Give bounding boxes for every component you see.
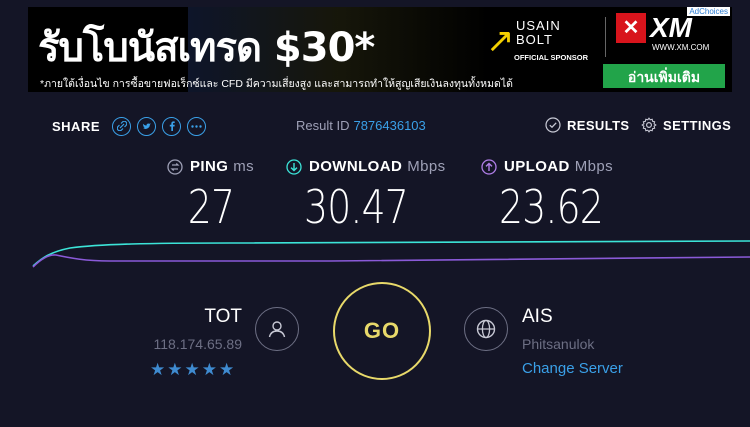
ad-sponsor-name-line1: USAIN [516, 18, 561, 33]
link-icon[interactable] [112, 116, 132, 136]
ad-sponsor-logo: ↗ USAIN BOLT OFFICIAL SPONSOR [484, 17, 594, 67]
ping-metric: PING ms 27 [167, 158, 255, 234]
ad-sponsor-caption: OFFICIAL SPONSOR [514, 53, 589, 62]
settings-label: SETTINGS [663, 117, 732, 133]
facebook-icon[interactable] [162, 116, 182, 136]
download-arrow-icon [286, 158, 302, 175]
more-icon[interactable] [187, 116, 207, 136]
globe-icon [464, 307, 508, 351]
ad-disclaimer: *ภายใต้เงื่อนไข การซื้อขายฟอเร็กซ์และ CF… [40, 78, 513, 90]
ad-cta-button[interactable]: อ่านเพิ่มเติม [603, 64, 725, 88]
upload-value: 23.62 [499, 180, 604, 234]
ad-brand-url: WWW.XM.COM [652, 43, 710, 52]
download-graph-line [32, 240, 750, 267]
ad-brand-word: XM [650, 12, 692, 43]
go-button[interactable]: GO [333, 282, 431, 380]
ping-label: PING [190, 158, 229, 175]
settings-link[interactable]: SETTINGS [641, 117, 731, 133]
server-location: Phitsanulok [522, 336, 595, 352]
ad-banner[interactable]: รับโบนัสเทรด $30* *ภายใต้เงื่อนไข การซื้… [28, 7, 732, 92]
user-icon [255, 307, 299, 351]
ping-icon [167, 158, 183, 175]
upload-unit: Mbps [574, 158, 614, 175]
speed-graph [32, 240, 750, 268]
server-name: AIS [522, 306, 553, 327]
check-circle-icon [545, 117, 561, 133]
lightning-pose-icon: ↗ [486, 22, 515, 60]
ad-sponsor-name: USAIN BOLT [516, 19, 561, 47]
share-bar: SHARE [52, 116, 207, 136]
download-label: DOWNLOAD [309, 158, 403, 175]
upload-label: UPLOAD [504, 158, 570, 175]
download-unit: Mbps [407, 158, 446, 175]
ad-headline: รับโบนัสเทรด $30* [38, 25, 375, 71]
isp-name: TOT [204, 306, 242, 327]
result-id: Result ID 7876436103 [296, 118, 426, 133]
change-server-link[interactable]: Change Server [522, 360, 623, 377]
upload-graph-line [32, 254, 750, 268]
download-metric: DOWNLOAD Mbps 30.47 [286, 158, 446, 234]
isp-ip-address: 118.174.65.89 [153, 336, 243, 352]
ad-brand-logo: ✕ XM WWW.XM.COM [616, 13, 724, 59]
upload-metric: UPLOAD Mbps 23.62 [481, 158, 614, 234]
upload-arrow-icon [481, 158, 497, 175]
share-label: SHARE [52, 118, 101, 134]
results-link[interactable]: RESULTS [545, 117, 630, 133]
download-value: 30.47 [304, 180, 409, 234]
adchoices-icon[interactable]: AdChoices [687, 7, 730, 16]
isp-rating-stars[interactable]: ★★★★★ [150, 360, 236, 380]
ad-divider [605, 17, 606, 57]
twitter-icon[interactable] [137, 116, 157, 136]
gear-icon [641, 117, 657, 133]
results-label: RESULTS [567, 117, 630, 133]
result-id-value[interactable]: 7876436103 [353, 118, 425, 133]
result-id-label: Result ID [296, 118, 350, 133]
xm-logo-icon: ✕ [616, 13, 646, 43]
ad-sponsor-name-line2: BOLT [516, 32, 553, 47]
ping-value: 27 [187, 180, 235, 234]
ping-unit: ms [233, 158, 255, 175]
